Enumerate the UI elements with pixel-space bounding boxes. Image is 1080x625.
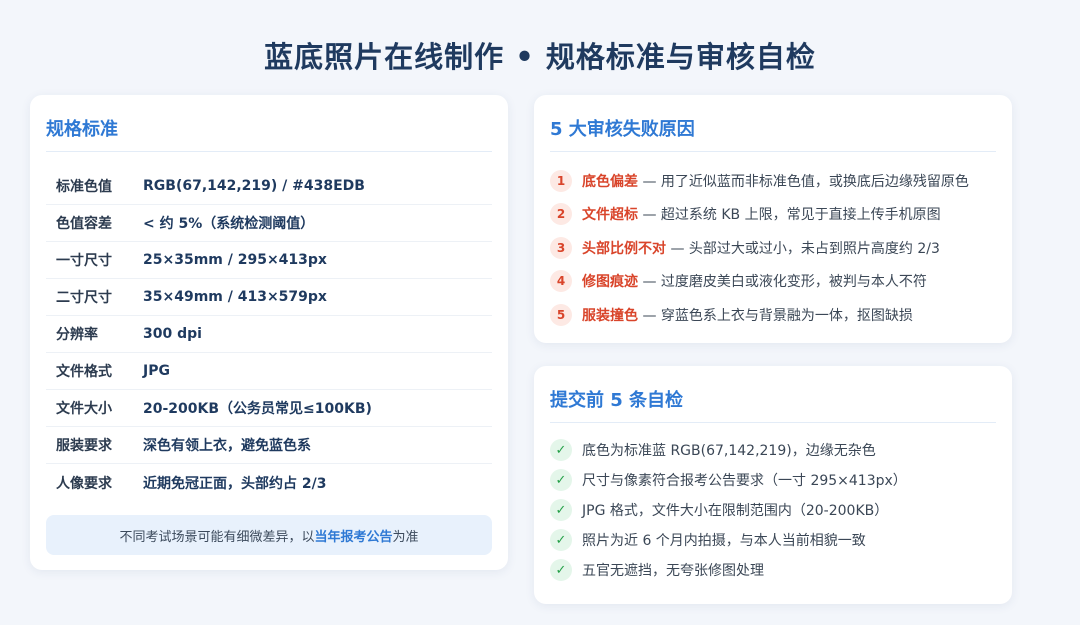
fail-head: 修图痕迹	[582, 274, 638, 291]
fail-list: 1 底色偏差 — 用了近似蓝而非标准色值，或换底后边缘残留原色 2 文件超标 —…	[550, 164, 996, 332]
spec-key: 分辨率	[56, 327, 98, 343]
page-title: 蓝底照片在线制作 • 规格标准与审核自检	[264, 40, 816, 74]
spec-value: < 约 5%（系统检测阈值）	[143, 216, 315, 232]
fail-text: — 用了近似蓝而非标准色值，或换底后边缘残留原色	[638, 173, 969, 190]
list-item: ✓ 五官无遮挡，无夸张修图处理	[550, 555, 996, 585]
check-card-title: 提交前 5 条自检	[550, 386, 996, 423]
spec-card: 规格标准 标准色值 RGB(67,142,219) / #438EDB 色值容差…	[30, 95, 508, 570]
spec-row: 文件大小 20-200KB（公务员常见≤100KB)	[46, 390, 492, 427]
note-suffix: 为准	[392, 529, 419, 545]
check-text: 尺寸与像素符合报考公告要求（一寸 295×413px）	[582, 473, 907, 489]
list-item: 3 头部比例不对 — 头部过大或过小，未占到照片高度约 2/3	[550, 231, 996, 265]
spec-key: 色值容差	[56, 216, 112, 232]
note-box: 不同考试场景可能有细微差异，以 当年报考公告 为准	[46, 515, 492, 555]
spec-table: 标准色值 RGB(67,142,219) / #438EDB 色值容差 < 约 …	[46, 168, 492, 501]
spec-row: 标准色值 RGB(67,142,219) / #438EDB	[46, 168, 492, 205]
spec-key: 二寸尺寸	[56, 290, 112, 306]
list-item: 1 底色偏差 — 用了近似蓝而非标准色值，或换底后边缘残留原色	[550, 164, 996, 198]
list-item: 5 服装撞色 — 穿蓝色系上衣与背景融为一体，抠图缺损	[550, 298, 996, 332]
spec-key: 服装要求	[56, 438, 112, 454]
fail-text: — 超过系统 KB 上限，常见于直接上传手机原图	[638, 207, 941, 224]
spec-value: 近期免冠正面，头部约占 2/3	[143, 475, 327, 492]
spec-row: 文件格式 JPG	[46, 353, 492, 390]
check-icon: ✓	[550, 559, 572, 581]
list-item: 4 修图痕迹 — 过度磨皮美白或液化变形，被判与本人不符	[550, 265, 996, 299]
spec-row: 二寸尺寸 35×49mm / 413×579px	[46, 279, 492, 316]
spec-value: 300 dpi	[143, 326, 202, 342]
spec-key: 文件大小	[56, 401, 112, 417]
check-text: JPG 格式，文件大小在限制范围内（20-200KB）	[582, 503, 889, 519]
note-emphasis: 当年报考公告	[314, 529, 393, 545]
fail-reasons-card: 5 大审核失败原因 1 底色偏差 — 用了近似蓝而非标准色值，或换底后边缘残留原…	[534, 95, 1012, 343]
fail-head: 头部比例不对	[582, 240, 666, 257]
check-text: 照片为近 6 个月内拍摄，与本人当前相貌一致	[582, 533, 866, 549]
spec-value: 20-200KB（公务员常见≤100KB)	[143, 401, 372, 417]
spec-key: 文件格式	[56, 364, 112, 380]
fail-card-title: 5 大审核失败原因	[550, 115, 996, 152]
number-badge: 5	[550, 303, 572, 326]
list-item: 2 文件超标 — 超过系统 KB 上限，常见于直接上传手机原图	[550, 198, 996, 232]
fail-head: 文件超标	[582, 207, 638, 224]
spec-value: RGB(67,142,219) / #438EDB	[143, 178, 365, 194]
spec-key: 一寸尺寸	[56, 253, 112, 269]
check-icon: ✓	[550, 529, 572, 551]
list-item: ✓ 底色为标准蓝 RGB(67,142,219)，边缘无杂色	[550, 435, 996, 465]
spec-value: 35×49mm / 413×579px	[143, 289, 327, 305]
list-item: ✓ 尺寸与像素符合报考公告要求（一寸 295×413px）	[550, 465, 996, 495]
check-icon: ✓	[550, 469, 572, 491]
spec-card-title: 规格标准	[46, 115, 492, 152]
number-badge: 2	[550, 203, 572, 226]
fail-head: 底色偏差	[582, 173, 638, 190]
check-icon: ✓	[550, 499, 572, 521]
number-badge: 4	[550, 270, 572, 293]
spec-key: 人像要求	[56, 475, 112, 492]
spec-row: 色值容差 < 约 5%（系统检测阈值）	[46, 205, 492, 242]
number-badge: 3	[550, 236, 572, 259]
list-item: ✓ JPG 格式，文件大小在限制范围内（20-200KB）	[550, 495, 996, 525]
spec-value: 25×35mm / 295×413px	[143, 252, 327, 268]
spec-value: JPG	[143, 363, 170, 379]
list-item: ✓ 照片为近 6 个月内拍摄，与本人当前相貌一致	[550, 525, 996, 555]
spec-value: 深色有领上衣，避免蓝色系	[143, 438, 311, 454]
check-icon: ✓	[550, 439, 572, 461]
check-list: ✓ 底色为标准蓝 RGB(67,142,219)，边缘无杂色 ✓ 尺寸与像素符合…	[550, 435, 996, 585]
fail-text: — 穿蓝色系上衣与背景融为一体，抠图缺损	[638, 307, 913, 324]
spec-key: 标准色值	[56, 179, 112, 195]
spec-row: 一寸尺寸 25×35mm / 295×413px	[46, 242, 492, 279]
spec-row: 服装要求 深色有领上衣，避免蓝色系	[46, 427, 492, 464]
fail-head: 服装撞色	[582, 307, 638, 324]
fail-text: — 过度磨皮美白或液化变形，被判与本人不符	[638, 274, 927, 291]
self-check-card: 提交前 5 条自检 ✓ 底色为标准蓝 RGB(67,142,219)，边缘无杂色…	[534, 366, 1012, 604]
check-text: 底色为标准蓝 RGB(67,142,219)，边缘无杂色	[582, 443, 876, 459]
spec-row: 人像要求 近期免冠正面，头部约占 2/3	[46, 464, 492, 501]
check-text: 五官无遮挡，无夸张修图处理	[582, 563, 764, 579]
spec-row: 分辨率 300 dpi	[46, 316, 492, 353]
fail-text: — 头部过大或过小，未占到照片高度约 2/3	[666, 240, 940, 257]
number-badge: 1	[550, 169, 572, 192]
note-prefix: 不同考试场景可能有细微差异，以	[119, 529, 315, 545]
